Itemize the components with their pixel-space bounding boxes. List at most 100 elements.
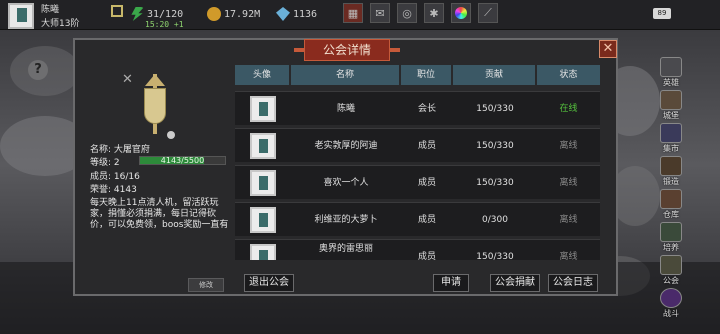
close-small-icon[interactable]: ✕ bbox=[122, 72, 133, 87]
sidebar-item-label: 城堡 bbox=[663, 111, 679, 120]
member-avatar[interactable] bbox=[250, 207, 276, 233]
member-position: 会长 bbox=[417, 104, 436, 114]
guild-members-label: 成员: bbox=[90, 172, 112, 182]
member-contribution: 150/330 bbox=[476, 141, 514, 151]
emblem-badge-icon bbox=[167, 131, 175, 139]
member-position: 成员 bbox=[417, 252, 436, 260]
guild-icon bbox=[660, 255, 682, 275]
close-button[interactable]: ✕ bbox=[599, 40, 617, 58]
member-position: 成员 bbox=[417, 215, 436, 225]
shop-icon: ▦ bbox=[347, 6, 359, 20]
sidebar-item-battle[interactable]: 战斗 bbox=[655, 287, 687, 321]
member-contribution: 0/300 bbox=[482, 215, 508, 225]
guild-name: 大屠官府 bbox=[113, 145, 150, 155]
guild-honor: 4143 bbox=[113, 185, 137, 195]
member-avatar[interactable] bbox=[250, 133, 276, 159]
member-status: 离线 bbox=[559, 215, 578, 225]
member-contribution: 150/330 bbox=[476, 178, 514, 188]
table-row[interactable]: 奥界的雷思丽 成员 150/330 离线 bbox=[235, 239, 600, 260]
member-avatar[interactable] bbox=[250, 96, 276, 122]
player-name: 陈曦 bbox=[41, 5, 60, 15]
gold-coin-icon bbox=[207, 7, 221, 21]
color-wheel-button[interactable] bbox=[451, 3, 471, 23]
sidebar-item-cultivate[interactable]: 培养 bbox=[655, 221, 687, 255]
member-status: 离线 bbox=[559, 141, 578, 151]
forge-icon bbox=[660, 156, 682, 176]
sidebar-item-forge[interactable]: 锻造 bbox=[655, 155, 687, 189]
column-header-contribution: 贡献 bbox=[453, 65, 537, 85]
battery-badge: 89 bbox=[653, 8, 671, 19]
table-row[interactable]: 喜欢一个人 成员 150/330 离线 bbox=[235, 165, 600, 199]
mail-button[interactable]: ✉ bbox=[370, 3, 390, 23]
leave-guild-button[interactable]: 退出公会 bbox=[244, 274, 294, 292]
member-contribution: 150/330 bbox=[476, 252, 514, 260]
member-status: 离线 bbox=[559, 178, 578, 188]
sword-icon: ⟋ bbox=[484, 6, 492, 19]
member-status: 在线 bbox=[559, 104, 578, 114]
market-icon bbox=[660, 123, 682, 143]
dialog-title: 公会详情 bbox=[294, 39, 400, 61]
guild-name-label: 名称: bbox=[90, 145, 112, 155]
guild-members: 16/16 bbox=[113, 172, 140, 182]
cultivate-icon bbox=[660, 222, 682, 242]
guild-honor-label: 荣誉: bbox=[90, 185, 112, 195]
help-button[interactable]: ? bbox=[28, 60, 48, 80]
guild-xp-bar: 4143/5500 bbox=[139, 156, 226, 165]
sidebar-item-label: 公会 bbox=[663, 276, 679, 285]
gem-icon bbox=[276, 7, 290, 21]
gamepad-button[interactable]: ◎ bbox=[397, 3, 417, 23]
sidebar-item-warehouse[interactable]: 仓库 bbox=[655, 188, 687, 222]
color-wheel-icon bbox=[455, 7, 467, 19]
sidebar-item-label: 仓库 bbox=[663, 210, 679, 219]
sidebar-item-label: 集市 bbox=[663, 144, 679, 153]
sword-button[interactable]: ⟋ bbox=[478, 3, 498, 23]
member-avatar[interactable] bbox=[250, 244, 276, 260]
gamepad-icon: ◎ bbox=[402, 6, 412, 20]
column-header-avatar: 头像 bbox=[235, 65, 291, 85]
member-name: 陈曦 bbox=[336, 104, 355, 114]
modify-button[interactable]: 修改 bbox=[188, 278, 224, 292]
guild-description: 每天晚上11点清人机，留活跃玩家，捐懂必须捐满，每日记得砍价，可以免费领，boo… bbox=[90, 198, 229, 230]
apply-button[interactable]: 申请 bbox=[433, 274, 469, 292]
sidebar-item-market[interactable]: 集市 bbox=[655, 122, 687, 156]
edit-icon[interactable] bbox=[111, 5, 123, 17]
stamina-icon bbox=[131, 7, 144, 21]
settings-button[interactable]: ✱ bbox=[424, 3, 444, 23]
gold-value: 17.92M bbox=[224, 8, 261, 20]
stamina-timer: 15:20 +1 bbox=[145, 20, 184, 29]
table-row[interactable]: 老实敦厚的阿迪 成员 150/330 离线 bbox=[235, 128, 600, 162]
sidebar-item-label: 培养 bbox=[663, 243, 679, 252]
sidebar-item-castle[interactable]: 城堡 bbox=[655, 89, 687, 123]
sidebar-item-label: 战斗 bbox=[663, 309, 679, 318]
member-table[interactable]: 头像 名称 职位 贡献 状态 陈曦 会长 150/330 在线 老实敦厚的阿迪 … bbox=[235, 65, 600, 260]
guild-emblem-icon bbox=[140, 74, 175, 140]
member-status: 离线 bbox=[559, 252, 578, 260]
guild-details-dialog: 公会详情 ✕ ✕ 名称: 大屠官府 等级: 2 4143/5500 成员: 16… bbox=[73, 38, 618, 296]
guild-log-button[interactable]: 公会日志 bbox=[548, 274, 598, 292]
shop-button[interactable]: ▦ bbox=[343, 3, 363, 23]
column-header-position: 职位 bbox=[401, 65, 453, 85]
member-name: 喜欢一个人 bbox=[323, 178, 369, 188]
table-row[interactable]: 利维亚的大萝卜 成员 0/300 离线 bbox=[235, 202, 600, 236]
guild-info-panel: ✕ 名称: 大屠官府 等级: 2 4143/5500 成员: 16/16 荣誉:… bbox=[85, 68, 230, 293]
gold-counter: 17.92M bbox=[207, 5, 260, 23]
table-row[interactable]: 陈曦 会长 150/330 在线 bbox=[235, 91, 600, 125]
member-name: 奥界的雷思丽 bbox=[318, 244, 373, 254]
dungeon-icon bbox=[660, 90, 682, 110]
leaderboard-icon bbox=[660, 57, 682, 77]
sidebar-item-hero[interactable]: 英雄 bbox=[655, 56, 687, 90]
question-icon: ? bbox=[34, 62, 42, 77]
member-position: 成员 bbox=[417, 141, 436, 151]
gem-counter: 1136 bbox=[276, 5, 317, 23]
guild-donate-button[interactable]: 公会捐献 bbox=[490, 274, 540, 292]
guild-members-row: 成员: 16/16 bbox=[90, 169, 140, 182]
player-avatar[interactable] bbox=[8, 3, 34, 29]
player-level: 大师13阶 bbox=[41, 19, 80, 29]
guild-level-label: 等级: bbox=[90, 158, 112, 168]
member-avatar[interactable] bbox=[250, 170, 276, 196]
battle-icon bbox=[660, 288, 682, 308]
guild-level: 2 bbox=[113, 158, 120, 168]
mail-icon: ✉ bbox=[375, 6, 385, 20]
column-header-name: 名称 bbox=[291, 65, 401, 85]
sidebar-item-guild[interactable]: 公会 bbox=[655, 254, 687, 288]
